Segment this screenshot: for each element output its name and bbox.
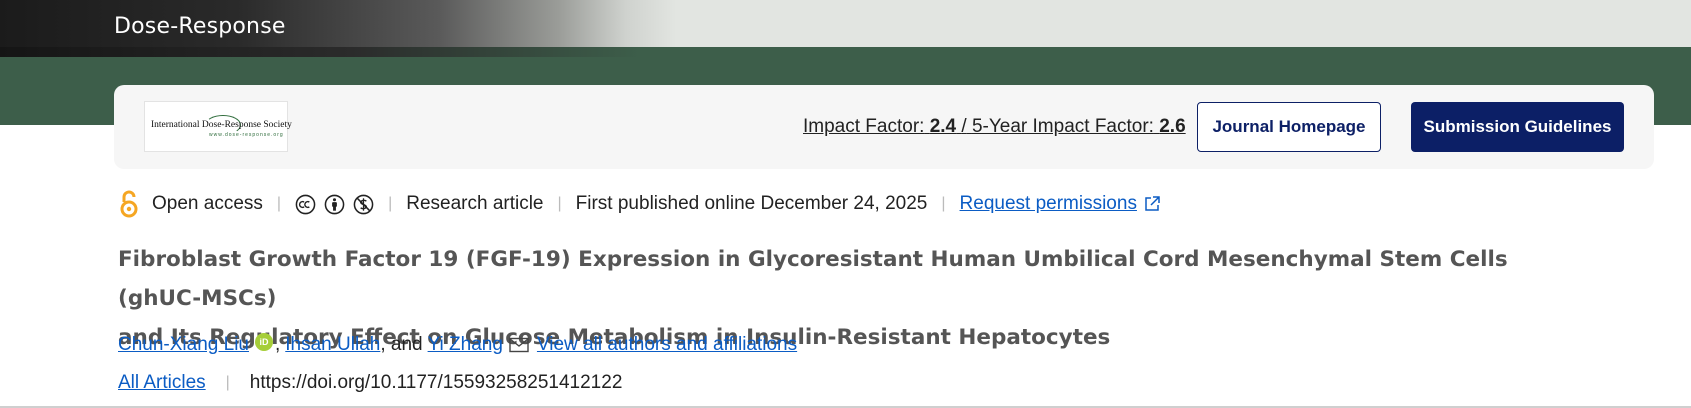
author-link[interactable]: Ihsan Ullah (285, 334, 380, 356)
doi-row: All Articles | https://doi.org/10.1177/1… (118, 372, 622, 394)
mail-icon[interactable] (509, 337, 529, 353)
creative-commons-icon (295, 194, 316, 214)
impact-factor-value: 2.4 (929, 116, 957, 137)
banner-shadow (0, 47, 640, 57)
author-separator: , (274, 334, 281, 355)
article-meta-row: Open access | | Research article | First… (118, 189, 1161, 219)
license-icons[interactable] (295, 194, 374, 215)
impact-divider: / (961, 116, 967, 137)
separator: | (225, 374, 230, 391)
title-line-1: Fibroblast Growth Factor 19 (FGF-19) Exp… (118, 247, 1508, 311)
request-permissions-link[interactable]: Request permissions (960, 193, 1137, 215)
five-year-label: 5-Year Impact Factor: (971, 116, 1154, 137)
non-commercial-icon (353, 194, 374, 214)
author-link[interactable]: Yi Zhang (428, 334, 503, 356)
submission-guidelines-button[interactable]: Submission Guidelines (1411, 102, 1624, 152)
separator: | (557, 195, 562, 212)
logo-text: International Dose-Response Society (151, 120, 292, 130)
journal-info-card: International Dose-Response Society www.… (114, 85, 1654, 169)
journal-homepage-button[interactable]: Journal Homepage (1197, 102, 1381, 152)
view-all-authors-link[interactable]: View all authors and affiliations (537, 334, 797, 356)
authors-row: Chun-Xiang Liu iD , Ihsan Ullah , and Yi… (118, 333, 797, 357)
separator: | (276, 195, 282, 212)
separator: | (941, 195, 946, 212)
open-access-label: Open access (152, 193, 263, 214)
orcid-icon[interactable]: iD (254, 333, 273, 351)
external-link-icon[interactable] (1143, 195, 1161, 213)
author-link[interactable]: Chun-Xiang Liu (118, 334, 249, 356)
open-access-icon (120, 190, 138, 218)
all-articles-link[interactable]: All Articles (118, 372, 206, 394)
logo-subtext: www.dose-response.org (209, 132, 284, 138)
separator: | (388, 195, 393, 212)
doi-text[interactable]: https://doi.org/10.1177/1559325825141212… (250, 372, 623, 394)
author-and: , and (380, 334, 423, 355)
society-logo[interactable]: International Dose-Response Society www.… (144, 101, 292, 152)
impact-factor-label: Impact Factor: (803, 116, 925, 137)
five-year-value: 2.6 (1159, 116, 1186, 137)
journal-name[interactable]: Dose-Response (114, 14, 286, 39)
article-type: Research article (406, 193, 544, 214)
impact-factor-link[interactable]: Impact Factor: 2.4 / 5-Year Impact Facto… (803, 116, 1186, 138)
attribution-icon (324, 194, 345, 214)
published-date: First published online December 24, 2025 (575, 193, 928, 214)
